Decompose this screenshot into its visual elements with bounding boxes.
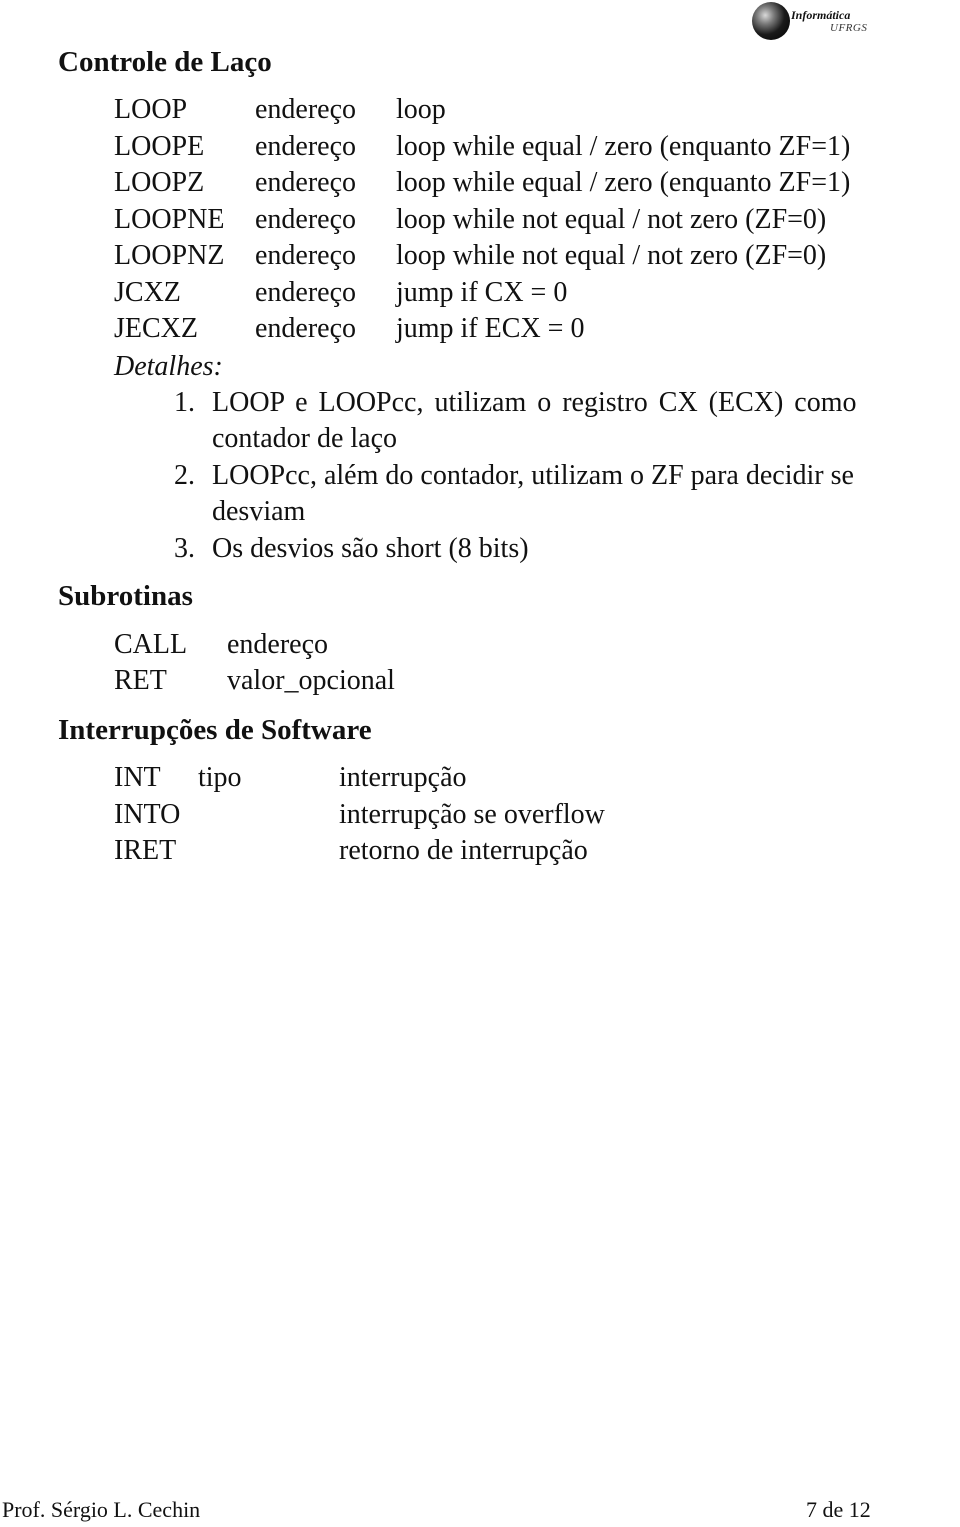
operand: endereço xyxy=(255,313,357,344)
mnemonic: JECXZ xyxy=(114,313,198,344)
operand: endereço xyxy=(227,629,329,660)
operand: endereço xyxy=(255,204,357,235)
item-text: LOOPcc, além do contador, utilizam o ZF … xyxy=(212,460,854,491)
mnemonic: INT xyxy=(114,762,161,793)
description: retorno de interrupção xyxy=(339,835,588,866)
description: loop while equal / zero (enquanto ZF=1) xyxy=(396,131,851,162)
mnemonic: JCXZ xyxy=(114,277,181,308)
section-title-subroutines: Subrotinas xyxy=(58,580,193,612)
operand: endereço xyxy=(255,94,357,125)
item-text: Os desvios são short (8 bits) xyxy=(212,533,529,564)
footer-page-number: 7 de 12 xyxy=(806,1497,871,1522)
description: interrupção xyxy=(339,762,467,793)
operand: endereço xyxy=(255,277,357,308)
item-number: 3. xyxy=(174,533,195,564)
mnemonic: LOOPZ xyxy=(114,167,205,198)
operand: endereço xyxy=(255,167,357,198)
operand: tipo xyxy=(198,762,242,793)
ufrgs-informatica-logo: Informática UFRGS xyxy=(750,2,875,44)
mnemonic: LOOPNE xyxy=(114,204,225,235)
mnemonic: RET xyxy=(114,665,167,696)
section-title-software-interrupts: Interrupções de Software xyxy=(58,714,372,746)
logo-globe-icon xyxy=(752,2,790,40)
logo-text-informatica: Informática xyxy=(791,8,851,22)
mnemonic: INTO xyxy=(114,799,181,830)
item-text: contador de laço xyxy=(212,423,398,454)
logo-text-ufrgs: UFRGS xyxy=(830,22,868,34)
item-text: LOOP e LOOPcc, utilizam o registro CX (E… xyxy=(212,387,857,418)
item-number: 2. xyxy=(174,460,195,491)
operand: endereço xyxy=(255,131,357,162)
item-number: 1. xyxy=(174,387,195,418)
description: interrupção se overflow xyxy=(339,799,605,830)
description: jump if ECX = 0 xyxy=(396,313,585,344)
details-label: Detalhes: xyxy=(114,351,223,382)
mnemonic: LOOP xyxy=(114,94,188,125)
operand: valor_opcional xyxy=(227,665,395,696)
mnemonic: LOOPE xyxy=(114,131,205,162)
item-text: desviam xyxy=(212,496,306,527)
description: jump if CX = 0 xyxy=(396,277,568,308)
description: loop xyxy=(396,94,446,125)
mnemonic: LOOPNZ xyxy=(114,240,225,271)
footer-author: Prof. Sérgio L. Cechin xyxy=(2,1497,201,1522)
mnemonic: CALL xyxy=(114,629,188,660)
description: loop while not equal / not zero (ZF=0) xyxy=(396,204,827,235)
section-title-loop-control: Controle de Laço xyxy=(58,46,272,78)
operand: endereço xyxy=(255,240,357,271)
description: loop while not equal / not zero (ZF=0) xyxy=(396,240,827,271)
mnemonic: IRET xyxy=(114,835,177,866)
description: loop while equal / zero (enquanto ZF=1) xyxy=(396,167,851,198)
